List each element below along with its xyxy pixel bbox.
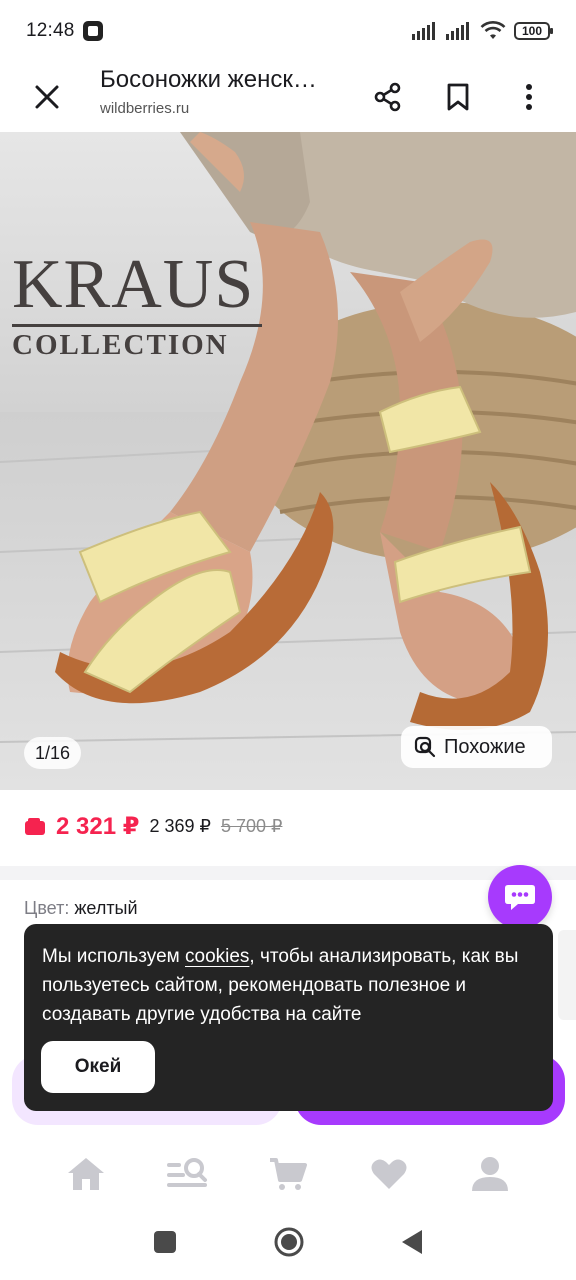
- status-bar: 12:48 100: [0, 0, 576, 62]
- product-page: 12:48 100 Босоножки женск… wildberries.r…: [0, 0, 576, 1280]
- back-triangle-icon: [402, 1229, 422, 1254]
- bookmark-icon: [447, 83, 469, 111]
- page-domain: wildberries.ru: [100, 100, 190, 117]
- wifi-icon: [480, 21, 506, 39]
- price-old: 5 700 ₽: [220, 816, 283, 836]
- sandals-photo: [0, 132, 576, 790]
- cookie-text-before: Мы используем: [42, 946, 185, 967]
- brand-divider: [12, 324, 262, 327]
- cookie-text: Мы используем cookies, чтобы анализирова…: [42, 942, 535, 1029]
- color-row[interactable]: Цвет: желтый: [24, 898, 138, 919]
- home-icon: [68, 1158, 105, 1190]
- back-button[interactable]: [401, 1229, 423, 1260]
- favorites-icon: [371, 1159, 407, 1189]
- more-options-button[interactable]: [505, 73, 553, 121]
- price-without-wallet: 2 369 ₽: [149, 816, 211, 836]
- similar-label: Похожие: [444, 735, 526, 758]
- title-block: Босоножки женск… wildberries.ru: [100, 66, 350, 117]
- chat-button[interactable]: [488, 865, 552, 929]
- section-divider: [0, 866, 576, 880]
- home-system-button[interactable]: [273, 1226, 305, 1263]
- nav-cart[interactable]: [258, 1144, 318, 1204]
- brand-subtitle: COLLECTION: [12, 329, 229, 361]
- wallet-icon: [25, 817, 45, 835]
- cookie-ok-button[interactable]: Окей: [41, 1041, 155, 1093]
- home-circle-icon: [274, 1227, 304, 1256]
- catalog-search-icon: [167, 1158, 208, 1187]
- price-current: 2 321 ₽: [56, 813, 140, 840]
- brand-logo: KRAUS COLLECTION: [12, 250, 272, 360]
- system-navigation: [0, 1208, 576, 1280]
- similar-search-icon: [414, 736, 436, 758]
- recents-button[interactable]: [153, 1230, 177, 1259]
- cart-icon: [269, 1158, 307, 1190]
- color-value: желтый: [74, 898, 138, 918]
- status-time: 12:48: [26, 20, 75, 41]
- top-app-bar: Босоножки женск… wildberries.ru: [0, 62, 576, 132]
- more-vertical-icon: [526, 84, 532, 110]
- product-image-gallery[interactable]: KRAUS COLLECTION 1/16 Похожие: [0, 132, 576, 790]
- chat-icon: [505, 885, 535, 910]
- similar-button[interactable]: Похожие: [401, 726, 552, 768]
- bottom-navigation: [0, 1140, 576, 1208]
- brand-name: KRAUS: [12, 246, 255, 323]
- color-label: Цвет:: [24, 898, 70, 918]
- nav-favorites[interactable]: [359, 1144, 419, 1204]
- profile-icon: [471, 1157, 508, 1191]
- nav-catalog[interactable]: [157, 1144, 217, 1204]
- image-counter: 1/16: [24, 737, 82, 769]
- status-indicators: 100: [412, 21, 553, 41]
- share-icon: [374, 82, 401, 112]
- cell-signal-icon: [412, 22, 435, 40]
- page-title: Босоножки женск…: [100, 66, 317, 93]
- battery-icon: 100: [514, 22, 553, 40]
- nav-profile[interactable]: [460, 1144, 520, 1204]
- cookie-banner: Мы используем cookies, чтобы анализирова…: [24, 924, 553, 1111]
- color-variant-thumbnail[interactable]: [558, 930, 576, 1020]
- recents-icon: [154, 1230, 176, 1253]
- cell-signal-2-icon: [446, 22, 469, 40]
- share-button[interactable]: [364, 73, 412, 121]
- nav-home[interactable]: [56, 1144, 116, 1204]
- close-icon: [35, 85, 59, 109]
- close-button[interactable]: [23, 73, 71, 121]
- app-notification-icon: [82, 21, 103, 41]
- bookmark-button[interactable]: [434, 73, 482, 121]
- cookie-link[interactable]: cookies: [185, 946, 249, 967]
- price-row: 2 321 ₽ 2 369 ₽ 5 700 ₽: [24, 812, 282, 841]
